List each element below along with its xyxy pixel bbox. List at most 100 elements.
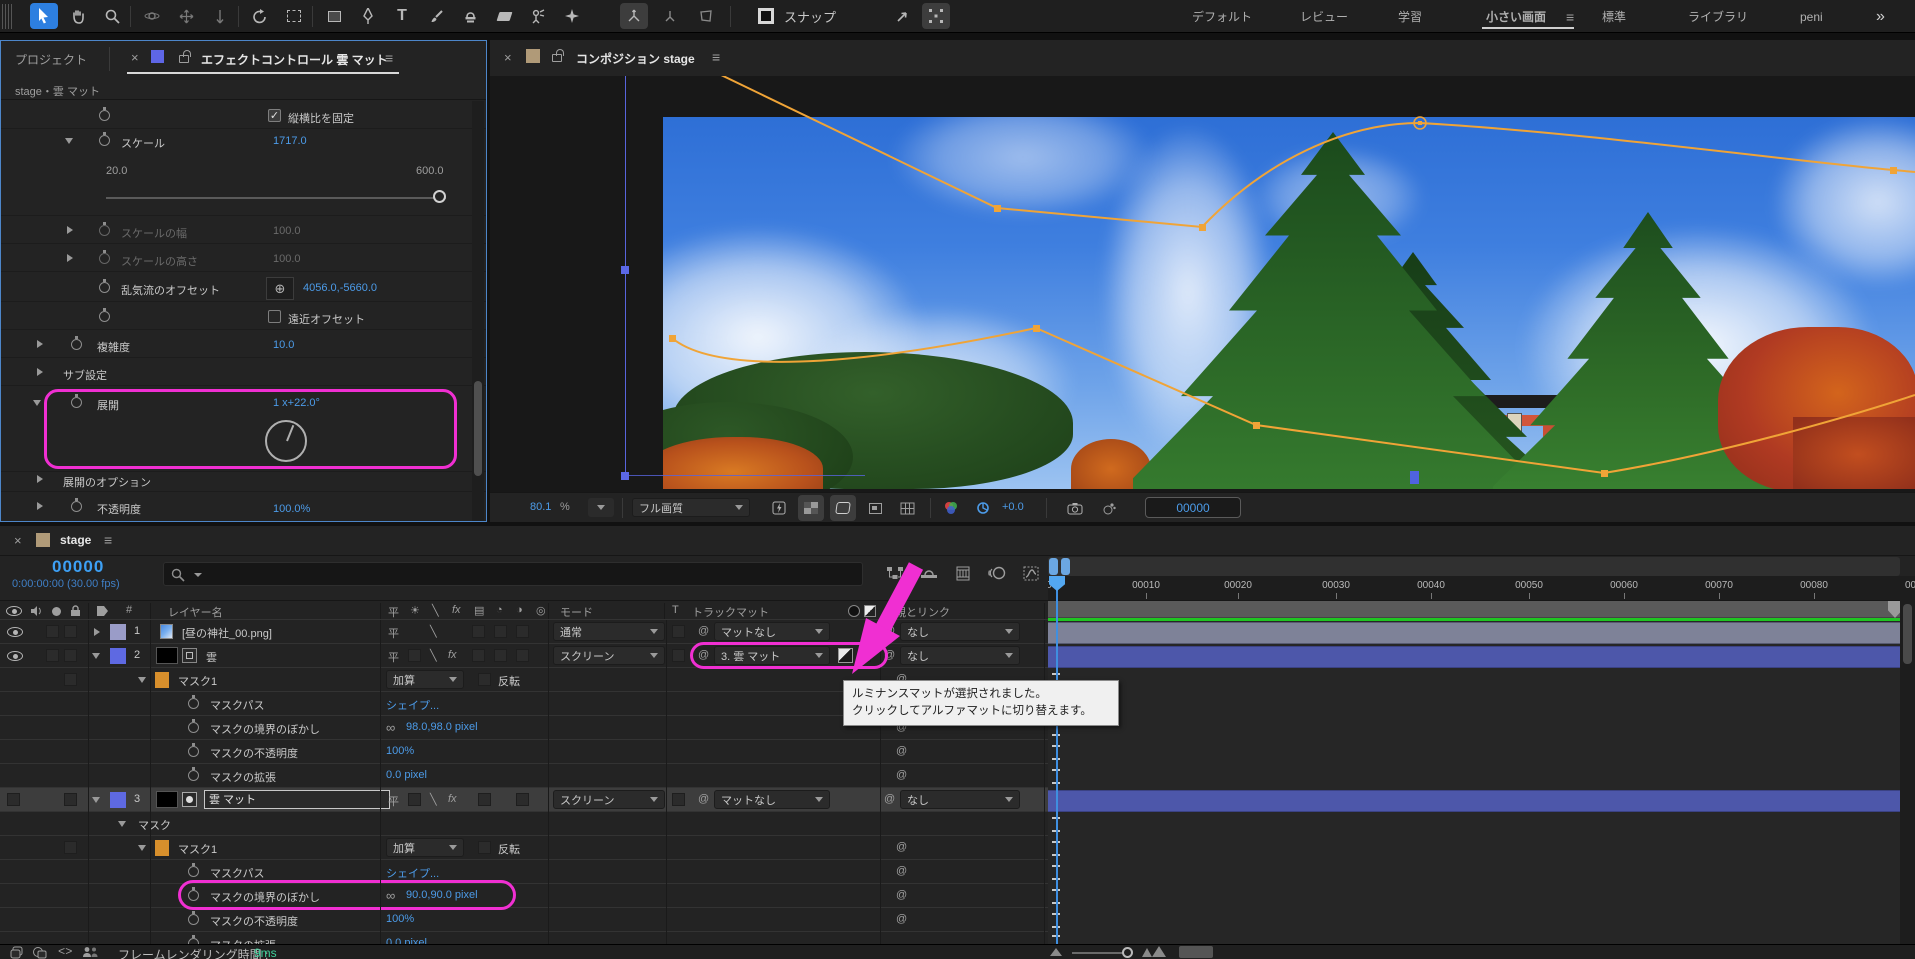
mask-mode-dropdown[interactable]: 加算 bbox=[386, 838, 464, 857]
expand-chevron-icon[interactable] bbox=[67, 226, 73, 234]
collapse-chevron-icon[interactable] bbox=[92, 797, 100, 803]
panel-menu-icon[interactable]: ≡ bbox=[385, 50, 393, 66]
stopwatch-icon[interactable] bbox=[99, 225, 110, 236]
perspective-offset-checkbox[interactable] bbox=[268, 310, 281, 323]
zoom-dropdown-button[interactable] bbox=[588, 498, 614, 517]
hand-tool[interactable] bbox=[64, 3, 92, 29]
parent-dropdown[interactable]: なし bbox=[900, 622, 1020, 641]
tab-close-icon[interactable]: × bbox=[14, 533, 22, 548]
graph-editor-icon[interactable] bbox=[1016, 560, 1046, 586]
timeline-track-area[interactable] bbox=[1048, 600, 1900, 944]
mask-name[interactable]: マスク1 bbox=[178, 673, 217, 689]
mask-name[interactable]: マスク1 bbox=[178, 841, 217, 857]
expand-chevron-icon[interactable] bbox=[37, 475, 43, 483]
stopwatch-icon[interactable] bbox=[99, 253, 110, 264]
layer-color-swatch[interactable] bbox=[110, 792, 126, 808]
mask-color-swatch[interactable] bbox=[155, 672, 169, 688]
mode-column-label[interactable]: モード bbox=[560, 604, 593, 620]
preserve-transparency-checkbox[interactable] bbox=[672, 649, 685, 662]
property-value[interactable]: 98.0,98.0 pixel bbox=[406, 721, 478, 733]
track-matte-dropdown[interactable]: マットなし bbox=[714, 790, 830, 809]
collapse-chevron-icon[interactable] bbox=[92, 653, 100, 659]
quality-switch[interactable]: ╲ bbox=[430, 793, 437, 806]
search-input[interactable] bbox=[163, 562, 863, 586]
rotate-tool[interactable] bbox=[246, 3, 274, 29]
mask-color-swatch[interactable] bbox=[155, 840, 169, 856]
panel-menu-icon[interactable]: ≡ bbox=[712, 49, 720, 65]
workspace-library[interactable]: ライブラリ bbox=[1688, 0, 1748, 33]
eraser-tool[interactable] bbox=[490, 3, 518, 29]
zoom-percent-value[interactable]: 80.1 bbox=[530, 501, 551, 513]
track-matte-dropdown[interactable]: 3. 雲 マット bbox=[714, 646, 830, 665]
shy-switch[interactable]: 平 bbox=[388, 793, 399, 809]
motion-blur-icon[interactable] bbox=[982, 560, 1012, 586]
pickwhip-icon[interactable]: @ bbox=[896, 841, 907, 853]
layer-2-duration-bar[interactable] bbox=[1048, 646, 1900, 668]
mask-invert-checkbox[interactable] bbox=[478, 841, 491, 854]
snapshot-camera-icon[interactable] bbox=[1062, 495, 1088, 521]
effects-switch[interactable]: fx bbox=[448, 649, 457, 661]
show-snapshot-icon[interactable] bbox=[1096, 495, 1122, 521]
stopwatch-icon[interactable] bbox=[188, 698, 199, 709]
stopwatch-icon[interactable] bbox=[71, 501, 82, 512]
layer-row-2[interactable]: 2 雲 平 ╲ fx スクリーン @ 3. 雲 マット @ なし bbox=[0, 644, 1048, 668]
world-axis-mode[interactable] bbox=[656, 3, 684, 29]
pen-tool[interactable] bbox=[354, 3, 382, 29]
mouse-arrow-icon[interactable] bbox=[888, 3, 916, 29]
collapse-chevron-icon[interactable] bbox=[138, 677, 146, 683]
blend-mode-dropdown[interactable]: スクリーン bbox=[553, 790, 665, 809]
stopwatch-icon[interactable] bbox=[188, 722, 199, 733]
collapse-chevron-icon[interactable] bbox=[118, 821, 126, 827]
layer-name-edit-field[interactable]: 雲 マット bbox=[204, 790, 390, 809]
complexity-value[interactable]: 10.0 bbox=[273, 339, 294, 351]
layer-row-3-selected[interactable]: 3 雲 マット 平 ╲ fx スクリーン @ マットなし @ なし bbox=[0, 788, 1048, 812]
stopwatch-icon[interactable] bbox=[188, 890, 199, 901]
layer-1-duration-bar[interactable] bbox=[1048, 622, 1900, 644]
workspace-default[interactable]: デフォルト bbox=[1192, 0, 1252, 33]
layer-3-duration-bar[interactable] bbox=[1048, 790, 1900, 812]
property-row-mask-expansion[interactable]: マスクの拡張 0.0 pixel @ bbox=[0, 764, 1048, 788]
exposure-value[interactable]: +0.0 bbox=[1002, 501, 1024, 513]
layer-name[interactable]: 雲 bbox=[206, 649, 217, 665]
roto-brush-tool[interactable] bbox=[558, 3, 586, 29]
pickwhip-icon[interactable]: @ bbox=[896, 913, 907, 925]
pickwhip-icon[interactable]: @ bbox=[698, 649, 709, 661]
property-row-mask-feather-highlighted[interactable]: マスクの境界のぼかし ∞ 90.0,90.0 pixel @ bbox=[0, 884, 1048, 908]
track-matte-dropdown[interactable]: マットなし bbox=[714, 622, 830, 641]
property-row-mask-expansion-partial[interactable]: マスクの拡張 0.0 pixel bbox=[0, 932, 1048, 944]
composition-color-swatch[interactable] bbox=[526, 49, 540, 63]
frame-blending-icon[interactable] bbox=[948, 560, 978, 586]
exposure-icon[interactable] bbox=[972, 495, 994, 521]
pickwhip-icon[interactable]: @ bbox=[896, 889, 907, 901]
unlock-icon[interactable] bbox=[179, 55, 189, 63]
timeline-zoom-slider-knob[interactable] bbox=[1122, 947, 1133, 958]
parent-link-column-label[interactable]: 親とリンク bbox=[895, 604, 950, 620]
timeline-zoom-slider-track[interactable] bbox=[1072, 952, 1124, 954]
timeline-hscrollbar-thumb[interactable] bbox=[1179, 946, 1213, 958]
work-area-bar[interactable] bbox=[1048, 601, 1900, 618]
text-tool[interactable]: T bbox=[388, 3, 416, 29]
selection-tool[interactable] bbox=[30, 3, 58, 29]
evolution-value[interactable]: 1 x+22.0° bbox=[273, 397, 320, 409]
property-value[interactable]: シェイプ... bbox=[386, 697, 439, 713]
orbit-camera-tool[interactable] bbox=[138, 3, 166, 29]
expand-chevron-icon[interactable] bbox=[37, 340, 43, 348]
code-brackets-icon[interactable]: <> bbox=[58, 945, 72, 959]
quality-switch[interactable]: ╲ bbox=[430, 649, 437, 662]
parent-dropdown[interactable]: なし bbox=[900, 790, 1020, 809]
alignment-grid-icon[interactable] bbox=[922, 3, 950, 29]
zoom-in-mountains-icon[interactable] bbox=[1142, 948, 1152, 957]
workspace-learn[interactable]: 学習 bbox=[1398, 0, 1422, 33]
region-of-interest-icon[interactable] bbox=[862, 495, 888, 521]
property-value[interactable]: 90.0,90.0 pixel bbox=[406, 889, 478, 901]
property-row-mask-path[interactable]: マスクパス シェイプ... @ bbox=[0, 860, 1048, 884]
mask-invert-checkbox[interactable] bbox=[478, 673, 491, 686]
stopwatch-icon[interactable] bbox=[188, 770, 199, 781]
mask-mode-dropdown[interactable]: 加算 bbox=[386, 670, 464, 689]
local-axis-mode[interactable] bbox=[620, 3, 648, 29]
masks-group-row[interactable]: マスク bbox=[0, 812, 1048, 836]
expand-chevron-icon[interactable] bbox=[37, 368, 43, 376]
playhead-line[interactable] bbox=[1056, 578, 1058, 944]
clone-stamp-tool[interactable] bbox=[456, 3, 484, 29]
scale-slider-track[interactable] bbox=[106, 197, 446, 199]
